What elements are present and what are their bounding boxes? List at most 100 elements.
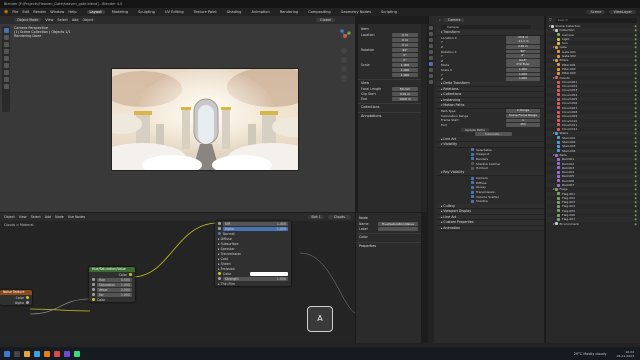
input-socket-icon[interactable] xyxy=(92,288,95,291)
rotate-icon[interactable] xyxy=(3,49,9,54)
object-name-field[interactable]: Camera xyxy=(443,18,465,22)
emission-color-swatch[interactable] xyxy=(250,271,288,276)
workspace-tab-uv-editing[interactable]: UV Editing xyxy=(162,10,187,14)
input-socket-icon[interactable] xyxy=(92,283,95,286)
input-socket-icon[interactable] xyxy=(218,232,221,235)
node-properties-section[interactable]: Properties xyxy=(356,242,421,249)
transform-icon[interactable] xyxy=(3,63,9,68)
view-layer-selector[interactable]: ViewLayer xyxy=(609,10,636,14)
node-value-field[interactable]: Alpha 1.000 xyxy=(222,226,288,231)
menu-render[interactable]: Render xyxy=(33,10,46,14)
input-socket-icon[interactable] xyxy=(218,277,221,280)
property-value-field[interactable]: 0 m xyxy=(392,42,418,47)
transform-orientation[interactable]: Global xyxy=(316,18,335,22)
collections-section-header[interactable]: Collections xyxy=(358,103,421,110)
node-value-field[interactable]: Fac 1.000 xyxy=(96,292,132,297)
blender-logo-icon[interactable]: ◉ xyxy=(4,9,8,15)
menu-window[interactable]: Window xyxy=(50,10,64,14)
checkbox[interactable] xyxy=(471,185,474,189)
emission-strength-field[interactable]: Strength 1.000 xyxy=(222,276,288,281)
property-value-field[interactable]: 0.01 m xyxy=(392,91,418,96)
checkbox[interactable] xyxy=(471,148,474,152)
property-value-field[interactable]: 50 mm xyxy=(392,86,418,91)
node-value-field[interactable]: Saturation 1.000 xyxy=(96,282,132,287)
object-datablock-field[interactable]: Camera xyxy=(441,25,531,29)
view-layer-tab-icon[interactable] xyxy=(429,44,433,48)
pan-icon[interactable] xyxy=(341,57,347,63)
search-icon[interactable] xyxy=(14,350,20,357)
weather-widget[interactable]: 29°C Mostly cloudy xyxy=(574,352,607,356)
viewport-menu-add[interactable]: Add xyxy=(72,18,79,22)
viewport-menu-object[interactable]: Object xyxy=(82,18,93,22)
input-socket-icon[interactable] xyxy=(92,297,95,301)
property-value-field[interactable]: 1000 m xyxy=(392,96,418,101)
property-value-field[interactable]: 1.000 xyxy=(392,67,418,72)
section-animation[interactable]: Animation xyxy=(437,225,544,232)
property-value-field[interactable]: 250 xyxy=(506,122,540,127)
update-paths-button[interactable]: Update Paths xyxy=(461,127,489,132)
checkbox[interactable] xyxy=(471,181,474,185)
app-taskbar-icon[interactable] xyxy=(74,350,80,357)
cursor-icon[interactable] xyxy=(3,35,9,40)
node-color-section[interactable]: Color xyxy=(356,233,421,240)
render-tab-icon[interactable] xyxy=(429,32,433,36)
input-socket-icon[interactable] xyxy=(218,271,221,275)
viewport-menu-object-mode[interactable]: Object Mode xyxy=(14,18,42,22)
menu-file[interactable]: File xyxy=(12,10,18,14)
app-taskbar-icon[interactable] xyxy=(54,350,60,357)
node-value-field[interactable]: Hue 0.500 xyxy=(96,277,132,282)
outliner-search-input[interactable]: Search xyxy=(554,17,637,23)
perspective-toggle-icon[interactable] xyxy=(341,75,347,81)
world-tab-icon[interactable] xyxy=(429,56,433,60)
camera-data-tab-icon[interactable] xyxy=(429,80,433,84)
property-value-field[interactable]: 0° xyxy=(392,57,418,62)
navigation-gizmo-icon[interactable] xyxy=(337,28,353,44)
property-value-field[interactable]: 0 m xyxy=(392,37,418,42)
hue-saturation-value-node[interactable]: Hue/Saturation/Value Color Hue 0.500 Satur… xyxy=(89,267,135,302)
visibility-eye-icon[interactable]: ◉ xyxy=(634,222,637,226)
viewport-menu-select[interactable]: Select xyxy=(57,18,67,22)
constraints-tab-icon[interactable] xyxy=(429,74,433,78)
property-value-field[interactable]: 1.000 xyxy=(392,62,418,67)
workspace-tab-texture-paint[interactable]: Texture Paint xyxy=(191,10,220,14)
output-socket-icon[interactable] xyxy=(26,301,29,304)
workspace-tab-animation[interactable]: Animation xyxy=(248,10,272,14)
filter-icon[interactable]: ▽ xyxy=(549,18,552,22)
property-value-field[interactable]: 0 m xyxy=(392,32,418,37)
workspace-tab-compositing[interactable]: Compositing xyxy=(305,10,334,14)
physics-tab-icon[interactable] xyxy=(429,68,433,72)
blender-taskbar-icon[interactable] xyxy=(44,350,50,357)
workspace-tab-sculpting[interactable]: Sculpting xyxy=(135,10,158,14)
scale-icon[interactable] xyxy=(3,56,9,61)
camera-view-icon[interactable] xyxy=(341,66,347,72)
browser-icon[interactable] xyxy=(34,350,40,357)
zoom-icon[interactable] xyxy=(341,48,347,54)
workspace-tab-modeling[interactable]: Modeling xyxy=(109,10,131,14)
node-value-field[interactable]: IOR 1.450 xyxy=(222,221,288,226)
menu-edit[interactable]: Edit xyxy=(22,10,29,14)
add-cube-icon[interactable] xyxy=(3,84,9,89)
workspace-tab-layout[interactable]: Layout xyxy=(86,10,105,14)
principled-bsdf-node[interactable]: IOR 1.450 Alpha 1.000 Normal ▸ Diffuse ▸ Subs… xyxy=(215,221,291,286)
property-value-field[interactable]: 90° xyxy=(392,47,418,52)
scene-selector[interactable]: Scene xyxy=(586,10,606,14)
object-tab-icon[interactable] xyxy=(429,62,433,66)
outliner-item[interactable]: ▾ Environment ◉ xyxy=(546,222,640,226)
input-socket-icon[interactable] xyxy=(218,227,221,230)
workspace-tab-shading[interactable]: Shading xyxy=(224,10,245,14)
noise-texture-node[interactable]: Noise Texture Color Alpha xyxy=(0,290,32,305)
measure-icon[interactable] xyxy=(3,77,9,82)
input-socket-icon[interactable] xyxy=(92,293,95,296)
checkbox[interactable] xyxy=(471,166,474,170)
output-tab-icon[interactable] xyxy=(429,38,433,42)
search-icon[interactable]: ⌕ xyxy=(439,18,441,22)
workspace-tab-rendering[interactable]: Rendering xyxy=(277,10,301,14)
view-section-header[interactable]: View xyxy=(358,79,421,86)
node-name-field[interactable]: Hue/Saturation/Value xyxy=(378,221,418,226)
property-value-field[interactable]: 1.000 xyxy=(506,76,540,82)
file-explorer-icon[interactable] xyxy=(24,350,30,357)
tool-tab-icon[interactable] xyxy=(429,26,433,30)
move-icon[interactable] xyxy=(3,42,9,47)
annotations-section-header[interactable]: Annotations xyxy=(358,112,421,119)
checkbox[interactable] xyxy=(471,157,474,161)
